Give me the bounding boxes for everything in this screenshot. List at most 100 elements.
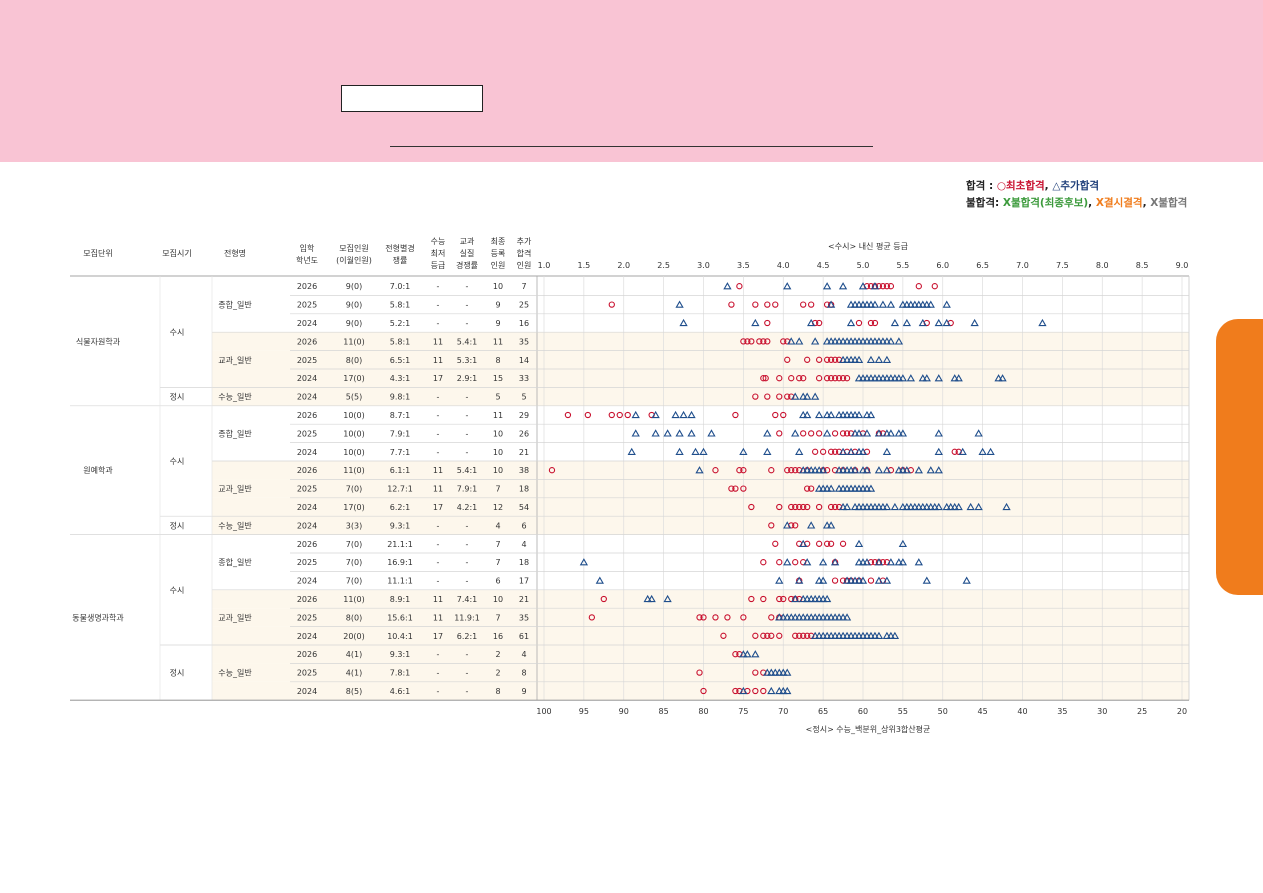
cell-min-grade: -	[437, 669, 440, 678]
first-pass-point	[764, 319, 771, 327]
cell-type: 수능_일반	[218, 393, 252, 402]
cell-ratio: 8.7:1	[390, 411, 411, 420]
cell-ratio: 7.0:1	[390, 282, 411, 291]
x-top-tick-label: 4.0	[777, 261, 790, 270]
cell-min-grade: 17	[433, 632, 443, 641]
cell-unit: 동물생명과학과	[72, 612, 124, 622]
cell-additional: 21	[519, 595, 529, 604]
header-period: 모집시기	[162, 248, 191, 258]
additional-pass-point	[751, 318, 760, 327]
cell-quota: 7(0)	[346, 577, 362, 586]
cell-ratio: 7.9:1	[390, 429, 411, 438]
cell-actual-ratio: 5.4:1	[457, 466, 478, 475]
additional-pass-point	[854, 539, 864, 547]
cell-min-grade: 11	[433, 595, 443, 604]
cell-ratio: 6.5:1	[390, 356, 411, 365]
first-pass-point	[564, 411, 572, 419]
cell-additional: 9	[521, 687, 526, 696]
cell-registered: 5	[495, 393, 500, 402]
additional-pass-point	[882, 447, 892, 455]
cell-registered: 7	[495, 558, 500, 567]
cell-quota: 11(0)	[343, 466, 365, 475]
first-pass-point	[839, 540, 847, 547]
cell-ratio: 10.4:1	[387, 632, 413, 641]
cell-additional: 29	[519, 411, 529, 420]
cell-year: 2026	[297, 337, 317, 346]
x-top-tick-label: 5.5	[897, 261, 910, 270]
cell-additional: 25	[519, 301, 529, 310]
x-bottom-tick-label: 35	[1057, 707, 1067, 716]
cell-quota: 10(0)	[343, 411, 365, 420]
header-min: 등급	[431, 261, 446, 270]
header-actual: 경쟁률	[456, 260, 478, 270]
header-quota: (이월인원)	[336, 255, 372, 265]
cell-registered: 7	[495, 485, 500, 494]
first-pass-point	[732, 411, 739, 419]
cell-min-grade: 11	[433, 356, 443, 365]
admission-chart: 모집단위 모집시기 전형명입학학년도모집인원(이월인원)전형별경쟁률수능최저등급교과…	[70, 236, 1190, 734]
additional-pass-point	[962, 576, 971, 584]
additional-pass-point	[791, 429, 800, 437]
cell-registered: 2	[495, 650, 500, 659]
header-min: 최저	[431, 248, 446, 258]
cell-ratio: 11.1:1	[387, 577, 413, 586]
cell-registered: 11	[493, 411, 503, 420]
x-bottom-tick-label: 60	[858, 707, 868, 716]
x-top-tick-label: 5.0	[857, 261, 870, 270]
additional-pass-point	[631, 410, 640, 419]
first-pass-point	[815, 430, 823, 437]
header-extra: 합격	[517, 248, 532, 258]
cell-ratio: 6.2:1	[390, 503, 411, 512]
x-bottom-tick-label: 20	[1177, 707, 1187, 716]
additional-pass-point	[846, 318, 856, 327]
cell-year: 2024	[297, 393, 317, 402]
x-top-tick-label: 6.0	[936, 261, 949, 270]
first-pass-point	[831, 430, 839, 437]
cell-type: 종합_일반	[218, 558, 252, 567]
cell-year: 2026	[297, 466, 317, 475]
cell-actual-ratio: 4.2:1	[457, 503, 478, 512]
additional-pass-point	[651, 429, 660, 437]
additional-pass-point	[675, 300, 684, 308]
cell-year: 2026	[297, 411, 317, 420]
cell-quota: 7(0)	[346, 558, 362, 567]
cell-additional: 17	[519, 577, 529, 586]
additional-pass-point	[922, 576, 931, 584]
additional-pass-point	[687, 429, 696, 437]
cell-year: 2024	[297, 577, 317, 586]
additional-pass-point	[902, 318, 912, 327]
cell-year: 2024	[297, 374, 317, 383]
cell-actual-ratio: -	[466, 558, 469, 567]
additional-pass-point	[890, 318, 900, 327]
cell-registered: 6	[495, 577, 500, 586]
cell-additional: 4	[521, 650, 526, 659]
first-pass-point	[608, 301, 615, 308]
cell-min-grade: -	[437, 319, 440, 328]
x-top-tick-label: 2.0	[617, 261, 630, 270]
cell-unit: 식물자원학과	[76, 336, 121, 346]
first-pass-point	[616, 411, 623, 419]
additional-pass-point	[1038, 318, 1047, 327]
first-pass-point	[815, 540, 823, 547]
header-year: 입학	[300, 243, 315, 253]
cell-actual-ratio: 7.9:1	[457, 485, 478, 494]
first-pass-point	[831, 577, 839, 584]
cell-quota: 8(0)	[346, 613, 362, 622]
cell-quota: 8(0)	[346, 356, 362, 365]
additional-pass-point	[627, 447, 636, 455]
cell-ratio: 9.3:1	[390, 521, 411, 530]
cell-quota: 4(1)	[346, 669, 362, 678]
first-pass-point	[776, 430, 783, 437]
x-bottom-tick-label: 30	[1097, 707, 1107, 716]
x-axis-label: <정시> 수능_백분위_상위3합산평균	[806, 724, 931, 734]
header-reg: 인원	[491, 260, 506, 270]
additional-pass-point	[675, 447, 684, 455]
additional-pass-point	[675, 429, 684, 437]
x-bottom-tick-label: 50	[938, 707, 948, 716]
x-bottom-tick-label: 65	[818, 707, 828, 716]
cell-actual-ratio: -	[466, 540, 469, 549]
cell-period: 수시	[170, 457, 185, 466]
cell-min-grade: -	[437, 540, 440, 549]
cell-registered: 10	[493, 429, 503, 438]
cell-actual-ratio: -	[466, 282, 469, 291]
